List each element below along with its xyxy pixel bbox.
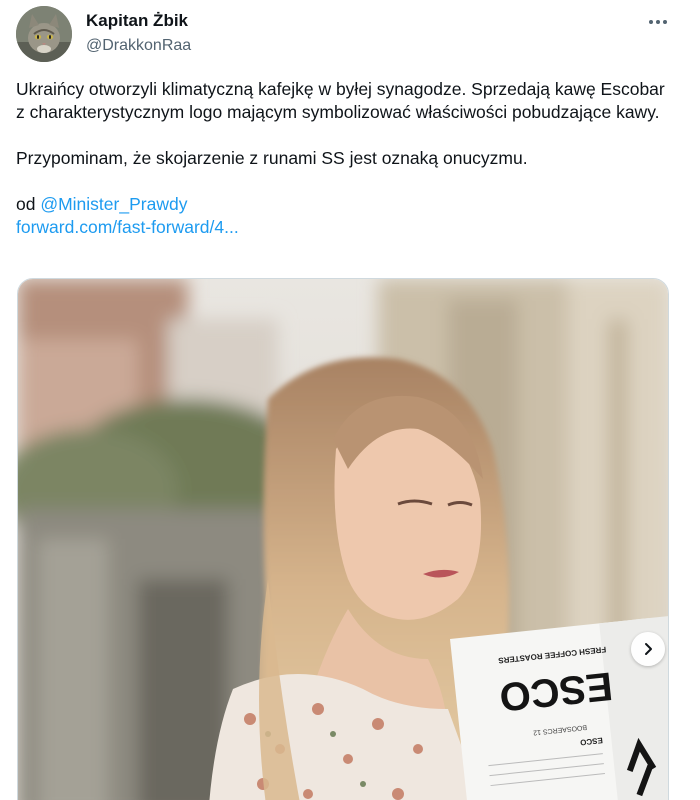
author-name[interactable]: Kapitan Żbik <box>86 10 191 32</box>
photo-woman-reading-menu: ESCO FRESH COFFEE ROASTERS BOOSAERCS 12 … <box>18 279 668 800</box>
cat-avatar-icon <box>16 6 72 62</box>
author-block: Kapitan Żbik @DrakkonRaa <box>86 10 191 57</box>
avatar[interactable] <box>16 6 72 62</box>
tweet-source-line: od @Minister_Prawdy <box>16 193 676 216</box>
next-photo-button[interactable] <box>631 632 665 666</box>
source-mention-link[interactable]: @Minister_Prawdy <box>40 194 187 214</box>
tweet-paragraph-1: Ukraińcy otworzyli klimatyczną kafejkę w… <box>16 79 665 122</box>
chevron-right-icon <box>645 643 652 655</box>
tweet: Kapitan Żbik @DrakkonRaa Ukraińcy otworz… <box>0 0 700 800</box>
tweet-photo[interactable]: ESCO FRESH COFFEE ROASTERS BOOSAERCS 12 … <box>17 278 669 800</box>
source-prefix: od <box>16 194 41 214</box>
author-handle[interactable]: @DrakkonRaa <box>86 35 191 57</box>
article-link[interactable]: forward.com/fast-forward/4... <box>16 216 676 239</box>
tweet-paragraph-2: Przypominam, że skojarzenie z runami SS … <box>16 148 528 168</box>
more-options-icon[interactable] <box>644 8 672 36</box>
tweet-text: Ukraińcy otworzyli klimatyczną kafejkę w… <box>16 78 676 239</box>
